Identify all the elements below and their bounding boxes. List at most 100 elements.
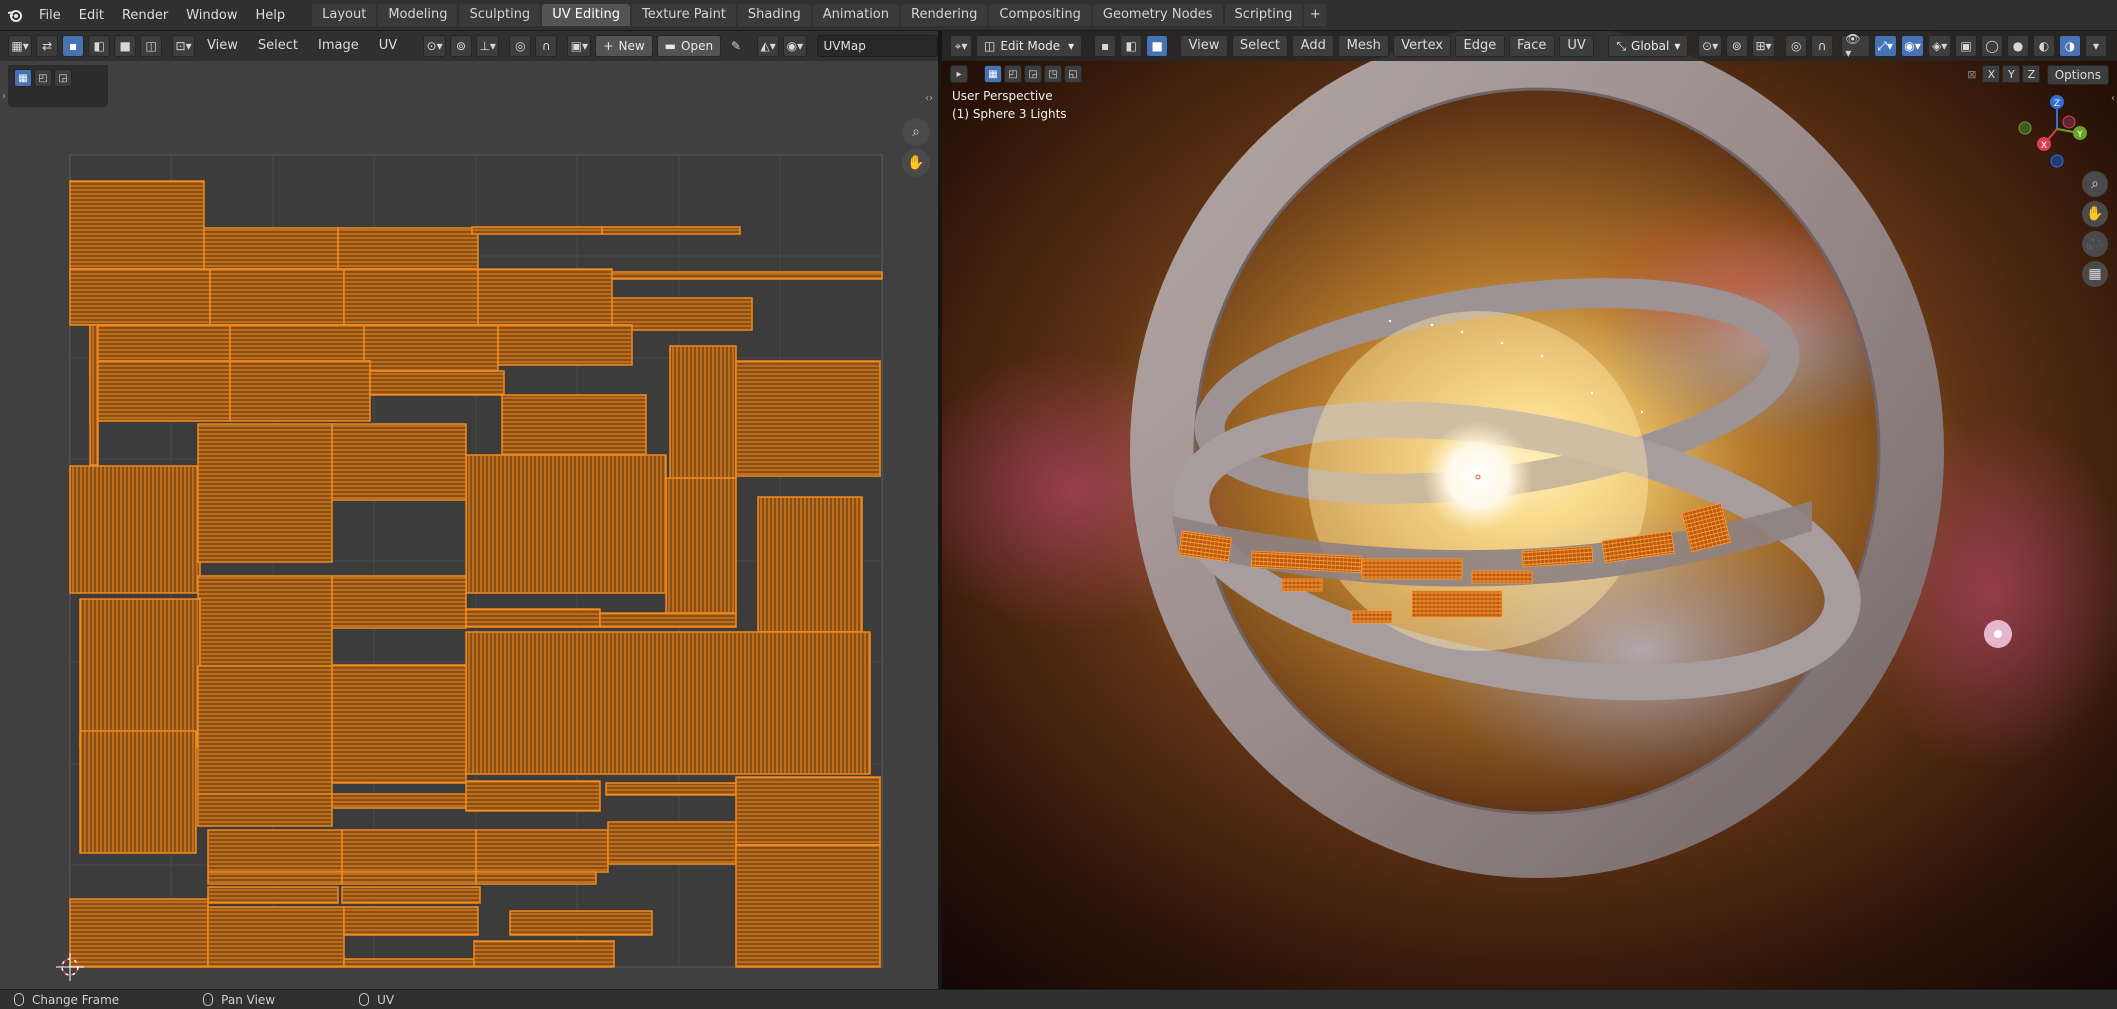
tab-texture-paint[interactable]: Texture Paint [632,4,736,26]
vp-edge-select-icon[interactable]: ◧ [1120,35,1143,57]
uv-menu-select[interactable]: Select [250,35,306,57]
sticky-mode-icon[interactable]: ⊡▾ [172,35,196,57]
viewport-header: ⌖▾ ◫ Edit Mode ▾ ▪ ◧ ■ View Select Add Mes… [942,31,2117,61]
vp-tool-settings-icon[interactable]: ▸ [950,65,968,83]
vp-menu-view[interactable]: View [1180,35,1228,57]
overlays-toggle-icon[interactable]: ◉▾ [1900,35,1925,57]
vp-menu-edge[interactable]: Edge [1455,35,1505,57]
vp-select-intersect-icon[interactable]: ◱ [1064,65,1082,83]
vp-proportional-icon[interactable]: ◎ [1785,35,1808,57]
vp-sidebar-toggle-icon[interactable]: ‹ [2111,93,2115,104]
uv-menu-image[interactable]: Image [310,35,367,57]
face-select-icon[interactable]: ■ [114,35,137,57]
area-collapse-icon[interactable]: ‹› [925,93,933,104]
xray-toggle-icon[interactable]: ▣ [1955,35,1978,57]
pivot-point-icon[interactable]: ⊙▾ [1698,35,1722,57]
status-bar: Change Frame Pan View UV [0,989,2117,1009]
tab-compositing[interactable]: Compositing [989,4,1091,26]
vp-menu-add[interactable]: Add [1292,35,1335,57]
vp-snap-target-icon[interactable]: ⊞▾ [1751,35,1776,57]
menu-file[interactable]: File [30,0,70,31]
snap-target-icon[interactable]: ⊥▾ [476,35,500,57]
add-workspace-button[interactable]: + [1304,4,1327,26]
wireframe-shading-icon[interactable]: ◯ [1981,35,2004,57]
tab-animation[interactable]: Animation [812,4,899,26]
tab-uv-editing[interactable]: UV Editing [542,4,631,26]
vp-vertex-select-icon[interactable]: ▪ [1094,35,1117,57]
vp-menu-uv[interactable]: UV [1558,35,1595,57]
vp-select-extend-icon[interactable]: ◰ [1004,65,1022,83]
snap-icon[interactable]: ⊚ [450,35,473,57]
menu-window[interactable]: Window [177,0,246,31]
tab-rendering[interactable]: Rendering [901,4,988,26]
uv-pan-hand-icon[interactable]: ✋ [902,149,930,177]
tab-sculpting[interactable]: Sculpting [459,4,541,26]
tab-modeling[interactable]: Modeling [378,4,458,26]
tab-geometry-nodes[interactable]: Geometry Nodes [1092,4,1223,26]
sync-selection-icon[interactable]: ⇄ [36,35,59,57]
menu-render[interactable]: Render [113,0,177,31]
vp-falloff-icon[interactable]: ∩ [1811,35,1834,57]
mode-selector[interactable]: ◫ Edit Mode ▾ [976,35,1083,57]
options-button[interactable]: Options [2046,65,2109,85]
uv-editor-area: ▦▾ ⇄ ▪ ◧ ■ ◫ ⊡▾ View Select Image UV ⊙▾ … [0,31,939,989]
3d-viewport-area[interactable]: ⌖▾ ◫ Edit Mode ▾ ▪ ◧ ■ View Select Add Mes… [942,31,2117,989]
proportional-edit-icon[interactable]: ◎ [509,35,532,57]
status-change-frame: Change Frame [14,993,119,1007]
vp-pan-hand-icon[interactable]: ✋ [2082,201,2108,227]
island-select-icon[interactable]: ◫ [140,35,163,57]
vp-menu-mesh[interactable]: Mesh [1338,35,1390,57]
vp-menu-vertex[interactable]: Vertex [1393,35,1452,57]
uv-menu-uv[interactable]: UV [371,35,405,57]
vp-camera-icon[interactable]: 🎥 [2082,231,2108,257]
mirror-y-button[interactable]: Y [2002,65,2021,83]
image-browse-icon[interactable]: ▣▾ [567,35,592,57]
vp-menu-select[interactable]: Select [1231,35,1289,57]
tab-shading[interactable]: Shading [737,4,811,26]
mouse-middle-icon [203,993,214,1006]
mirror-x-button[interactable]: X [1982,65,2001,83]
gizmo-toggle-icon[interactable]: ⤢▾ [1873,35,1897,57]
solid-shading-icon[interactable]: ● [2007,35,2030,57]
svg-text:Y: Y [2076,130,2083,140]
uv-canvas[interactable] [0,61,938,989]
uvmap-field[interactable]: UVMap [816,35,939,57]
view-mode-icon[interactable]: ◭▾ [757,35,780,57]
vp-ortho-grid-icon[interactable]: ▦ [2082,261,2108,287]
orientation-selector[interactable]: ⤡ Global ▾ [1608,35,1689,57]
pin-icon[interactable]: ✎ [725,35,747,57]
tab-scripting[interactable]: Scripting [1224,4,1303,26]
rendered-shading-icon[interactable]: ◑ [2059,35,2082,57]
mesh-overlay-icon[interactable]: ◈▾ [1928,35,1952,57]
menu-edit[interactable]: Edit [70,0,113,31]
pivot-icon[interactable]: ⊙▾ [423,35,447,57]
mirror-z-button[interactable]: Z [2022,65,2041,83]
vp-zoom-icon[interactable]: ⌕ [2082,171,2108,197]
shading-options-icon[interactable]: ▾ [2085,35,2108,57]
falloff-icon[interactable]: ∩ [535,35,558,57]
blender-logo-icon[interactable] [0,0,30,31]
vp-face-select-icon[interactable]: ■ [1146,35,1169,57]
uv-menu-view[interactable]: View [199,35,246,57]
open-image-button[interactable]: ▬ Open [656,35,722,57]
vp-menu-face[interactable]: Face [1508,35,1555,57]
visibility-icon[interactable]: 👁▾ [1841,32,1870,60]
tab-layout[interactable]: Layout [312,4,377,26]
menu-help[interactable]: Help [247,0,295,31]
vp-snap-icon[interactable]: ⊚ [1725,35,1748,57]
edge-select-icon[interactable]: ◧ [88,35,111,57]
material-shading-icon[interactable]: ◐ [2033,35,2056,57]
uv-zoom-icon[interactable]: ⌕ [902,118,930,146]
new-image-button[interactable]: + New [595,35,653,57]
vp-select-subtract-icon[interactable]: ◲ [1024,65,1042,83]
vp-select-box-icon[interactable]: ▦ [984,65,1002,83]
workspace-tabs: Layout Modeling Sculpting UV Editing Tex… [312,0,1328,31]
viewport-scene[interactable] [942,31,2117,989]
editor-type-icon[interactable]: ▦▾ [8,35,33,57]
navigation-gizmo[interactable]: Z Y X [2017,89,2097,169]
vp-select-invert-icon[interactable]: ◳ [1044,65,1062,83]
vertex-select-icon[interactable]: ▪ [62,35,85,57]
viewport-editor-type-icon[interactable]: ⌖▾ [950,35,972,57]
overlay-icon[interactable]: ◉▾ [783,35,807,57]
vp-tool-row: ▸ ▦ ◰ ◲ ◳ ◱ [950,65,1082,83]
